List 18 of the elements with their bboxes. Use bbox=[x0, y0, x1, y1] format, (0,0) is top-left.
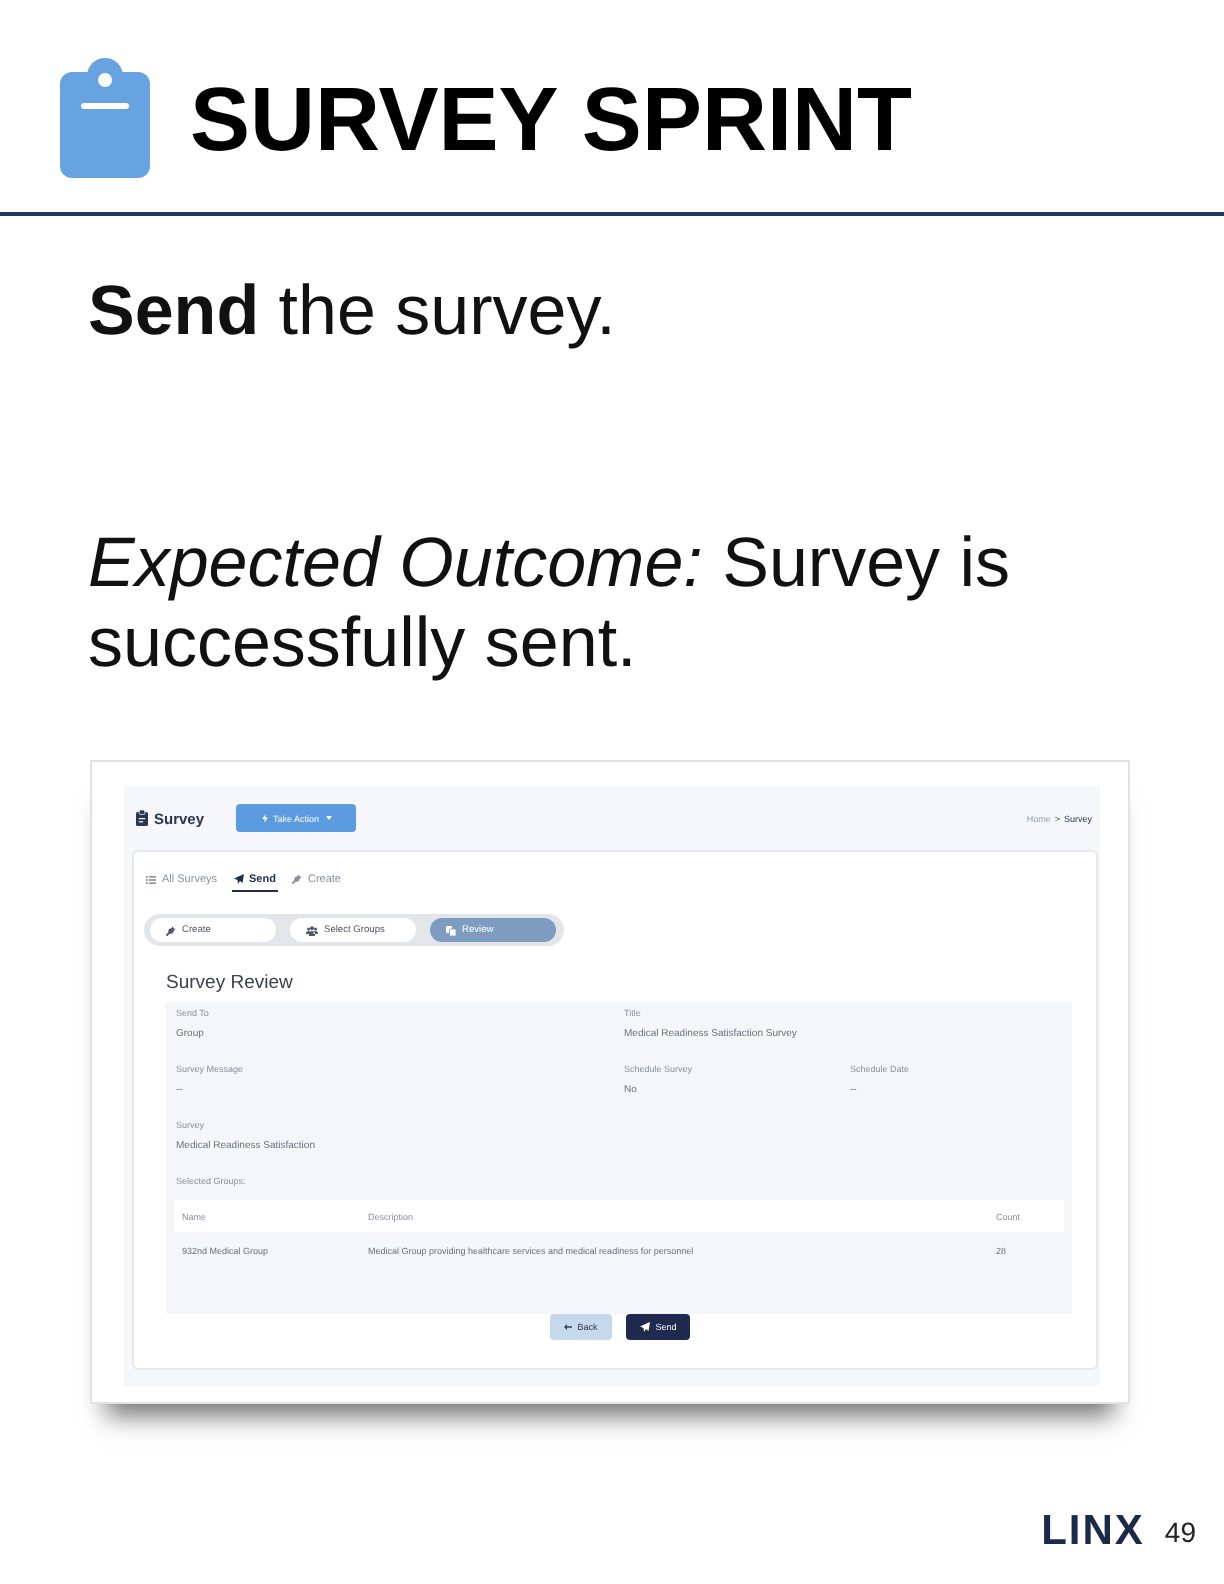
wrench-icon bbox=[166, 925, 176, 935]
section-heading: Survey Review bbox=[166, 972, 295, 996]
paper-plane-icon bbox=[233, 874, 244, 884]
logo: LINX bbox=[1041, 1508, 1145, 1556]
people-icon bbox=[306, 925, 318, 935]
copy-icon bbox=[446, 925, 456, 935]
expected-outcome-text: Expected Outcome: Survey is successfully sent. bbox=[88, 524, 1013, 684]
list-icon bbox=[146, 875, 156, 883]
clipboard-icon bbox=[60, 58, 150, 178]
wrench-icon bbox=[291, 874, 302, 884]
page-number: 49 bbox=[1164, 1516, 1196, 1548]
arrow-left-icon bbox=[563, 1324, 572, 1330]
clipboard-icon bbox=[136, 810, 148, 826]
instruction-text: Send the survey. bbox=[88, 272, 618, 352]
paper-plane-icon bbox=[639, 1322, 650, 1332]
caret-icon bbox=[325, 816, 332, 820]
page-title: SURVEY SPRINT bbox=[190, 73, 912, 163]
lightning-icon bbox=[261, 813, 268, 823]
